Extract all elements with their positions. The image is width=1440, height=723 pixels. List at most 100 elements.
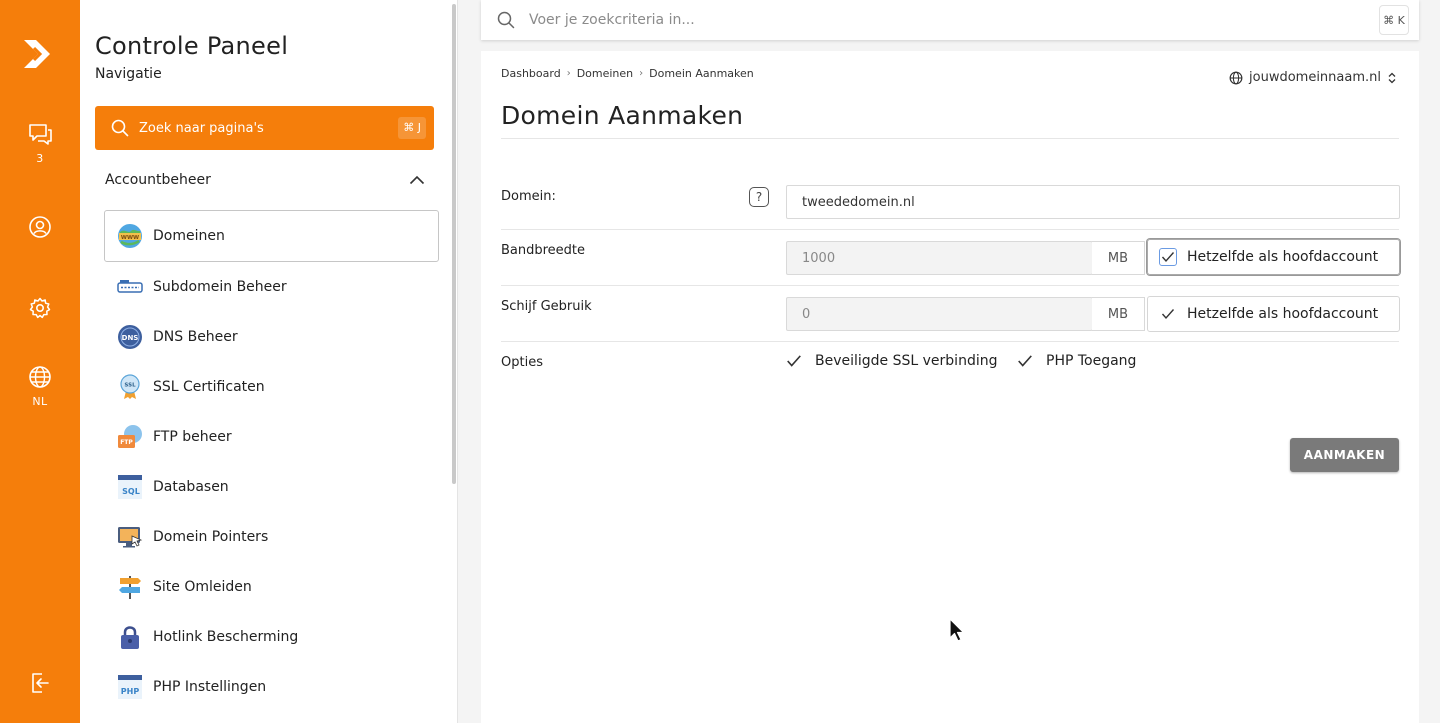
sidebar-menu: WWW Domeinen Subdomein Beheer DNS DNS Be… <box>104 210 439 712</box>
accordion-accountbeheer[interactable]: Accountbeheer <box>105 170 425 190</box>
svg-text:SQL: SQL <box>122 487 140 496</box>
sidebar-item-ssl-certificaten[interactable]: SSL SSL Certificaten <box>104 362 439 412</box>
help-icon[interactable]: ? <box>749 187 769 207</box>
sidebar-scrollbar[interactable] <box>452 4 456 484</box>
bandwidth-same-label: Hetzelfde als hoofdaccount <box>1187 249 1379 265</box>
logout-icon <box>32 673 49 693</box>
global-search[interactable]: Voer je zoekcriteria in... ⌘ K <box>481 0 1419 40</box>
breadcrumb-domeinen[interactable]: Domeinen <box>577 67 633 80</box>
sidebar-item-label: DNS Beheer <box>153 329 238 345</box>
sidebar-search-placeholder: Zoek naar pagina's <box>139 120 264 136</box>
subdomain-icon <box>117 274 143 300</box>
sidebar-item-label: Domein Pointers <box>153 529 269 545</box>
bandwidth-input[interactable]: 1000 <box>786 241 1093 275</box>
chevron-right-icon: › <box>639 68 644 79</box>
language-button[interactable]: NL <box>0 365 80 408</box>
global-search-shortcut: ⌘ K <box>1379 5 1409 35</box>
signpost-icon <box>117 574 143 600</box>
sidebar-item-label: SSL Certificaten <box>153 379 265 395</box>
chat-icon <box>29 124 52 145</box>
logo-icon[interactable] <box>20 34 60 74</box>
option-php-label: PHP Toegang <box>1046 353 1137 369</box>
breadcrumb: Dashboard › Domeinen › Domein Aanmaken <box>501 67 754 80</box>
sidebar-item-label: Site Omleiden <box>153 579 252 595</box>
sidebar-item-ftp-beheer[interactable]: FTP FTP beheer <box>104 412 439 462</box>
svg-text:FTP: FTP <box>120 439 133 446</box>
sidebar-item-php-instellingen[interactable]: PHP PHP Instellingen <box>104 662 439 712</box>
domain-selector[interactable]: jouwdomeinnaam.nl <box>1229 70 1397 85</box>
account-button[interactable] <box>0 215 80 239</box>
search-icon <box>497 11 515 29</box>
globe-icon <box>29 366 51 388</box>
bandwidth-unit: MB <box>1092 241 1145 275</box>
option-php-checkbox[interactable]: PHP Toegang <box>1017 353 1136 369</box>
search-icon <box>111 119 129 137</box>
options-label: Opties <box>501 355 543 370</box>
sql-icon: SQL <box>117 474 143 500</box>
sidebar-subtitle: Navigatie <box>95 66 162 82</box>
php-icon: PHP <box>117 674 143 700</box>
ssl-badge-icon: SSL <box>117 374 143 400</box>
logout-button[interactable] <box>0 671 80 695</box>
chevron-updown-icon <box>1388 72 1396 83</box>
checkmark-icon <box>1018 355 1032 367</box>
create-button[interactable]: AANMAKEN <box>1290 438 1399 472</box>
sidebar-item-label: Domeinen <box>153 228 225 244</box>
sidebar-item-label: PHP Instellingen <box>153 679 267 695</box>
svg-text:WWW: WWW <box>121 235 139 241</box>
domain-input[interactable]: tweededomein.nl <box>786 185 1400 219</box>
sidebar-search[interactable]: Zoek naar pagina's ⌘ J <box>95 106 434 150</box>
chat-button[interactable]: 3 <box>0 122 80 165</box>
sidebar-item-databasen[interactable]: SQL Databasen <box>104 462 439 512</box>
sidebar-item-domeinen[interactable]: WWW Domeinen <box>104 210 439 262</box>
disk-label: Schijf Gebruik <box>501 299 592 314</box>
chevron-right-icon: › <box>566 68 571 79</box>
divider <box>501 341 1399 342</box>
sidebar-item-label: Hotlink Bescherming <box>153 629 299 645</box>
chat-count: 3 <box>36 152 44 165</box>
bandwidth-label: Bandbreedte <box>501 243 586 258</box>
sidebar: Controle Paneel Navigatie Zoek naar pagi… <box>80 0 458 723</box>
settings-button[interactable] <box>0 296 80 320</box>
global-search-placeholder: Voer je zoekcriteria in... <box>529 12 695 28</box>
www-globe-icon: WWW <box>117 223 143 249</box>
globe-icon <box>1229 71 1243 84</box>
checkmark-icon <box>1159 248 1177 266</box>
svg-text:DNS: DNS <box>122 334 139 342</box>
divider <box>501 285 1399 286</box>
sidebar-item-subdomein-beheer[interactable]: Subdomein Beheer <box>104 262 439 312</box>
dns-icon: DNS <box>117 324 143 350</box>
pointer-monitor-icon <box>117 524 143 550</box>
page-title: Domein Aanmaken <box>501 101 744 130</box>
user-icon <box>29 216 51 238</box>
svg-text:SSL: SSL <box>124 383 136 389</box>
accordion-title: Accountbeheer <box>105 172 211 188</box>
sidebar-search-shortcut: ⌘ J <box>398 117 426 139</box>
disk-input[interactable]: 0 <box>786 297 1093 331</box>
sidebar-item-label: FTP beheer <box>153 429 232 445</box>
divider <box>501 138 1399 139</box>
disk-same-toggle[interactable]: Hetzelfde als hoofdaccount <box>1147 296 1400 332</box>
sidebar-item-label: Subdomein Beheer <box>153 279 287 295</box>
gear-icon <box>29 297 51 319</box>
sidebar-title: Controle Paneel <box>95 32 289 60</box>
ftp-folder-icon: FTP <box>117 424 143 450</box>
disk-same-label: Hetzelfde als hoofdaccount <box>1187 306 1379 322</box>
language-label: NL <box>32 395 48 408</box>
padlock-icon <box>117 624 143 650</box>
checkmark-icon <box>787 355 801 367</box>
sidebar-item-domein-pointers[interactable]: Domein Pointers <box>104 512 439 562</box>
domain-selector-value: jouwdomeinnaam.nl <box>1249 70 1381 85</box>
option-ssl-checkbox[interactable]: Beveiligde SSL verbinding <box>786 353 998 369</box>
sidebar-item-dns-beheer[interactable]: DNS DNS Beheer <box>104 312 439 362</box>
svg-text:PHP: PHP <box>121 687 140 696</box>
sidebar-item-hotlink-bescherming[interactable]: Hotlink Bescherming <box>104 612 439 662</box>
sidebar-item-site-omleiden[interactable]: Site Omleiden <box>104 562 439 612</box>
icon-rail: 3 NL <box>0 0 80 723</box>
chevron-up-icon <box>409 175 425 185</box>
checkmark-icon <box>1159 305 1177 323</box>
breadcrumb-dashboard[interactable]: Dashboard <box>501 67 561 80</box>
disk-unit: MB <box>1092 297 1145 331</box>
mouse-cursor-icon <box>949 618 965 642</box>
bandwidth-same-toggle[interactable]: Hetzelfde als hoofdaccount <box>1147 239 1400 275</box>
